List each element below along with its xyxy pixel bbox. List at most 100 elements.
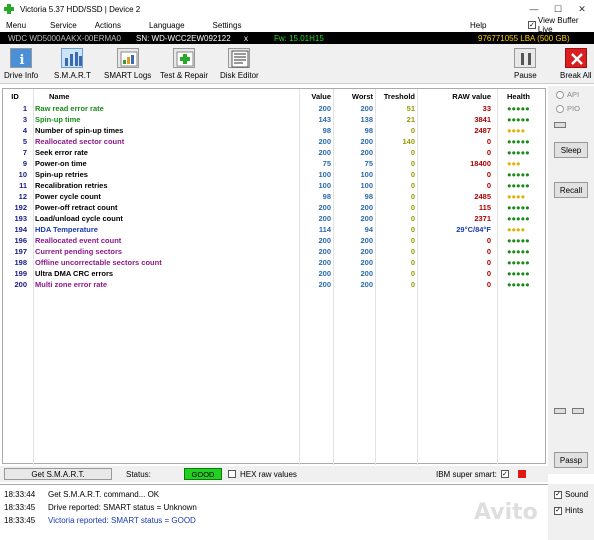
- header-health[interactable]: Health: [499, 89, 547, 103]
- right-sidebar: API PIO Sleep Recall Passp: [548, 86, 594, 474]
- table-row[interactable]: 198 Offline uncorrectable sectors count 20…: [3, 257, 547, 268]
- hints-toggle[interactable]: ✓ Hints: [554, 506, 583, 515]
- sound-toggle[interactable]: ✓ Sound: [554, 490, 588, 499]
- pio-radio[interactable]: PIO: [556, 104, 580, 113]
- table-row[interactable]: 200 Multi zone error rate 200 200 0 0 ●●●●●: [3, 279, 547, 290]
- ibm-super-smart-checkbox[interactable]: ✓: [500, 470, 509, 478]
- attr-name: Ultra DMA CRC errors: [35, 269, 114, 278]
- attr-worst: 100: [360, 181, 373, 190]
- table-row[interactable]: 194 HDA Temperature 114 94 0 29°C/84°F ●●●●: [3, 224, 547, 235]
- table-row[interactable]: 197 Current pending sectors 200 200 0 0 ●●●●●: [3, 246, 547, 257]
- attr-value: 200: [318, 203, 331, 212]
- disk-editor-label: Disk Editor: [220, 71, 259, 80]
- attr-name: Multi zone error rate: [35, 280, 108, 289]
- attr-value: 200: [318, 148, 331, 157]
- attr-health: ●●●●●: [507, 214, 530, 223]
- drive-info-button[interactable]: i Drive Info: [4, 48, 38, 80]
- attr-name: Power-on time: [35, 159, 87, 168]
- device-lba: 976771055 LBA (500 GB): [478, 33, 570, 43]
- window-title: Victoria 5.37 HDD/SSD | Device 2: [20, 4, 141, 14]
- passp-button[interactable]: Passp: [554, 452, 588, 468]
- header-treshold[interactable]: Treshold: [375, 89, 417, 103]
- attr-worst: 200: [360, 104, 373, 113]
- log-message: Get S.M.A.R.T. command... OK: [48, 490, 160, 499]
- recall-button[interactable]: Recall: [554, 182, 588, 198]
- log-line: 18:33:45 Victoria reported: SMART status…: [4, 516, 196, 525]
- attr-id: 196: [14, 236, 27, 245]
- header-worst[interactable]: Worst: [333, 89, 375, 103]
- header-name[interactable]: Name: [31, 89, 301, 103]
- sound-label: Sound: [565, 490, 589, 499]
- indicator-rect: [554, 408, 566, 414]
- ibm-super-smart-toggle[interactable]: IBM super smart: ✓: [436, 470, 509, 479]
- sound-hints-panel: ✓ Sound ✓ Hints: [548, 484, 594, 540]
- menu-settings[interactable]: Settings: [207, 21, 248, 30]
- table-row[interactable]: 5 Reallocated sector count 200 200 140 0 ●●●●●: [3, 136, 547, 147]
- attr-worst: 200: [360, 258, 373, 267]
- indicator-rect: [554, 122, 566, 128]
- pause-button[interactable]: Pause: [514, 48, 537, 80]
- attr-raw-value: 0: [486, 236, 491, 245]
- table-row[interactable]: 193 Load/unload cycle count 200 200 0 2371 ●●●…: [3, 213, 547, 224]
- log-message: Drive reported: SMART status = Unknown: [48, 503, 197, 512]
- attr-raw-value: 3841: [474, 115, 491, 124]
- table-row[interactable]: 192 Power-off retract count 200 200 0 115 ●●●●…: [3, 202, 547, 213]
- view-buffer-checkbox[interactable]: ✓: [528, 21, 536, 29]
- table-row[interactable]: 3 Spin-up time 143 138 21 3841 ●●●●●: [3, 114, 547, 125]
- menu-help[interactable]: Help: [470, 21, 486, 30]
- get-smart-button[interactable]: Get S.M.A.R.T.: [4, 468, 112, 480]
- hex-raw-checkbox[interactable]: [228, 470, 236, 478]
- smart-button[interactable]: S.M.A.R.T: [54, 48, 91, 80]
- attr-health: ●●●: [507, 159, 521, 168]
- attr-value: 114: [318, 225, 331, 234]
- sound-checkbox[interactable]: ✓: [554, 490, 562, 499]
- menu-actions[interactable]: Actions: [89, 21, 127, 30]
- table-row[interactable]: 11 Recalibration retries 100 100 0 0 ●●●●●: [3, 180, 547, 191]
- api-label: API: [567, 90, 580, 99]
- attr-id: 1: [22, 104, 27, 113]
- device-firmware: Fw: 15.01H15: [274, 33, 324, 43]
- table-row[interactable]: 7 Seek error rate 200 200 0 0 ●●●●●: [3, 147, 547, 158]
- table-row[interactable]: 1 Raw read error rate 200 200 51 33 ●●●●●: [3, 103, 547, 114]
- table-row[interactable]: 4 Number of spin-up times 98 98 0 2487 ●●●●: [3, 125, 547, 136]
- attr-raw-value: 115: [478, 203, 491, 212]
- header-id[interactable]: ID: [3, 89, 31, 103]
- attr-value: 200: [318, 258, 331, 267]
- hex-raw-toggle[interactable]: HEX raw values: [228, 470, 297, 479]
- disk-editor-button[interactable]: Disk Editor: [220, 48, 259, 80]
- attr-worst: 98: [364, 192, 373, 201]
- attr-treshold: 0: [410, 181, 415, 190]
- pio-radio-dot[interactable]: [556, 104, 564, 113]
- device-model[interactable]: WDC WD5000AAKX-00ERMA0: [0, 34, 122, 43]
- device-close-button[interactable]: x: [244, 34, 260, 43]
- sleep-button[interactable]: Sleep: [554, 142, 588, 158]
- test-repair-button[interactable]: Test & Repair: [160, 48, 208, 80]
- header-raw-value[interactable]: RAW value: [417, 89, 499, 103]
- status-badge: GOOD: [184, 468, 222, 480]
- victoria-app-icon: [4, 4, 14, 14]
- table-row[interactable]: 196 Reallocated event count 200 200 0 0 ●●●●●: [3, 235, 547, 246]
- table-row[interactable]: 10 Spin-up retries 100 100 0 0 ●●●●●: [3, 169, 547, 180]
- table-row[interactable]: 12 Power cycle count 98 98 0 2485 ●●●●: [3, 191, 547, 202]
- api-radio-dot[interactable]: [556, 90, 564, 99]
- attr-health: ●●●●●: [507, 203, 530, 212]
- table-row[interactable]: 199 Ultra DMA CRC errors 200 200 0 0 ●●●●●: [3, 268, 547, 279]
- pause-icon: [514, 48, 537, 68]
- attr-treshold: 51: [406, 104, 415, 113]
- smart-logs-button[interactable]: SMART Logs: [104, 48, 151, 80]
- smart-label: S.M.A.R.T: [54, 71, 91, 80]
- hex-raw-label: HEX raw values: [240, 469, 297, 479]
- log-time: 18:33:44: [4, 490, 36, 499]
- hints-checkbox[interactable]: ✓: [554, 506, 562, 515]
- menu-service[interactable]: Service: [44, 21, 83, 30]
- header-value[interactable]: Value: [301, 89, 333, 103]
- break-all-label: Break All: [560, 71, 592, 80]
- attr-id: 192: [14, 203, 27, 212]
- table-row[interactable]: 9 Power-on time 75 75 0 18400 ●●●: [3, 158, 547, 169]
- break-all-button[interactable]: Break All: [560, 48, 592, 80]
- menu-menu[interactable]: Menu: [0, 21, 32, 30]
- attr-id: 10: [18, 170, 27, 179]
- api-radio[interactable]: API: [556, 90, 579, 99]
- attr-raw-value: 2485: [474, 192, 491, 201]
- menu-language[interactable]: Language: [143, 21, 191, 30]
